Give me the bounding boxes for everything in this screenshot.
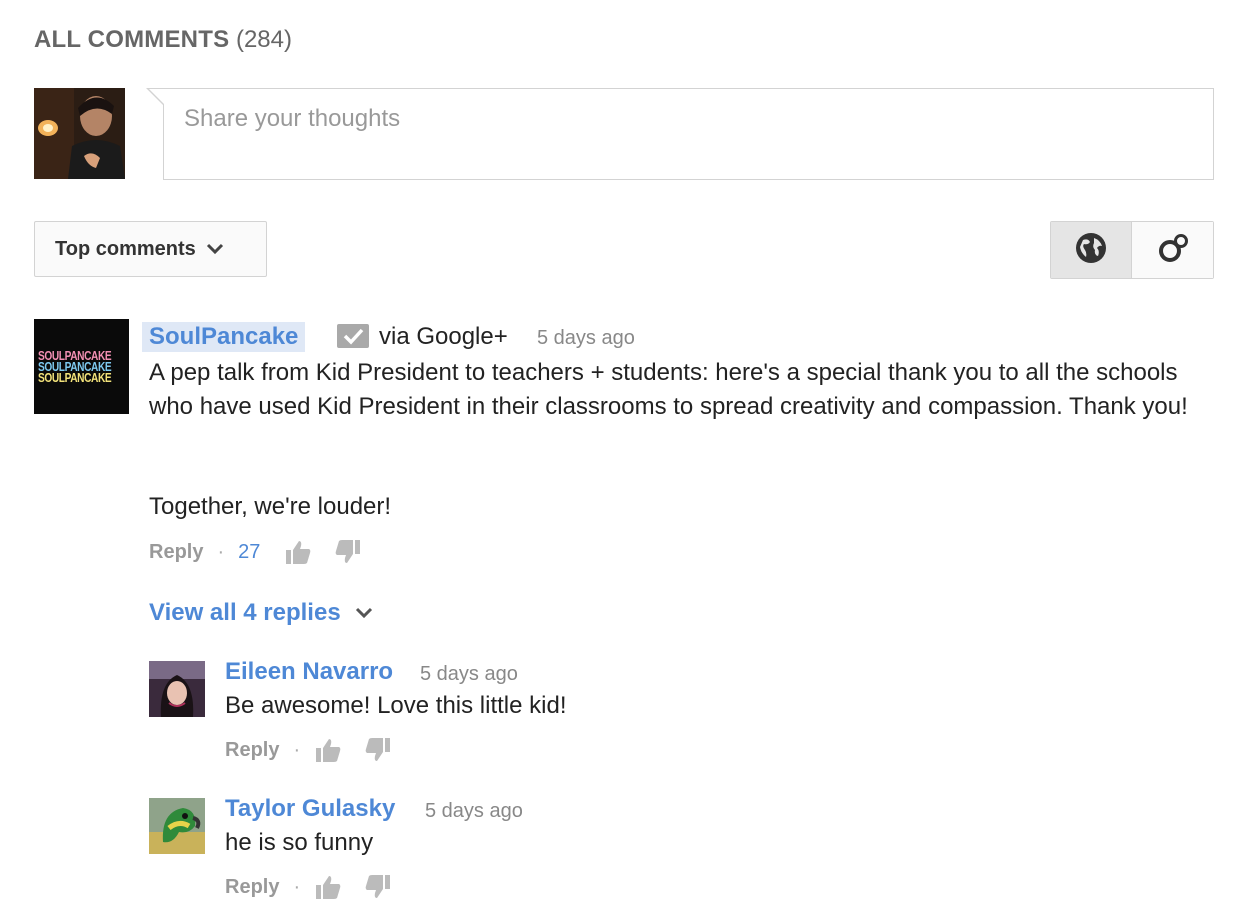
thumbs-down-icon[interactable] <box>364 736 392 764</box>
view-replies-link[interactable]: View all 4 replies <box>149 599 373 627</box>
reply-avatar[interactable] <box>149 798 205 854</box>
thumbs-up-icon[interactable] <box>314 736 342 764</box>
chevron-down-icon <box>206 243 224 255</box>
thumbs-up-icon[interactable] <box>284 538 312 566</box>
reply-actions: Reply · <box>225 736 392 764</box>
chevron-down-icon <box>355 607 373 619</box>
comment-input[interactable] <box>164 89 1213 179</box>
reply-text: he is so funny <box>225 829 374 856</box>
separator-dot: · <box>293 738 301 761</box>
checkmark-icon <box>337 324 369 348</box>
sort-comments-dropdown[interactable]: Top comments <box>34 221 267 277</box>
comments-header-label: ALL COMMENTS <box>34 26 230 53</box>
soulpancake-avatar[interactable]: SOULPANCAKE SOULPANCAKE SOULPANCAKE <box>34 319 129 414</box>
separator-dot: · <box>217 540 225 563</box>
reply-author-link[interactable]: Eileen Navarro <box>225 657 393 687</box>
reply-timestamp[interactable]: 5 days ago <box>420 659 518 689</box>
comment-filter-toggle <box>1050 221 1214 279</box>
comment-text-paragraph-2: Together, we're louder! <box>149 493 392 520</box>
thumbs-down-icon[interactable] <box>334 538 362 566</box>
current-user-avatar[interactable] <box>34 88 125 179</box>
reply-avatar[interactable] <box>149 661 205 717</box>
comment-actions: Reply · 27 <box>149 538 362 566</box>
comment-compose-box[interactable] <box>146 88 1214 180</box>
comment-source: via Google+ <box>379 323 508 350</box>
separator-dot: · <box>293 875 301 898</box>
comment-author-link[interactable]: SoulPancake <box>142 322 306 352</box>
circles-comments-toggle[interactable] <box>1132 222 1213 278</box>
reply-text: Be awesome! Love this little kid! <box>225 692 567 719</box>
reply-actions: Reply · <box>225 873 392 901</box>
comments-count: (284) <box>235 26 292 53</box>
public-comments-toggle[interactable] <box>1051 222 1132 278</box>
thumbs-down-icon[interactable] <box>364 873 392 901</box>
reply-timestamp[interactable]: 5 days ago <box>425 796 523 826</box>
comment-timestamp[interactable]: 5 days ago <box>537 324 635 352</box>
comment-text: A pep talk from Kid President to teacher… <box>149 359 1188 420</box>
reply-author-link[interactable]: Taylor Gulasky <box>225 794 395 824</box>
like-count: 27 <box>238 540 261 563</box>
google-circles-icon <box>1156 231 1190 270</box>
sort-label: Top comments <box>55 237 196 260</box>
thumbs-up-icon[interactable] <box>314 873 342 901</box>
comments-header: ALL COMMENTS (284) <box>34 26 292 54</box>
globe-icon <box>1074 231 1108 270</box>
reply-button[interactable]: Reply <box>225 739 279 762</box>
reply-button[interactable]: Reply <box>149 541 203 564</box>
view-replies-label: View all 4 replies <box>149 599 341 626</box>
reply-button[interactable]: Reply <box>225 876 279 899</box>
avatar-text-line: SOULPANCAKE <box>38 370 112 385</box>
